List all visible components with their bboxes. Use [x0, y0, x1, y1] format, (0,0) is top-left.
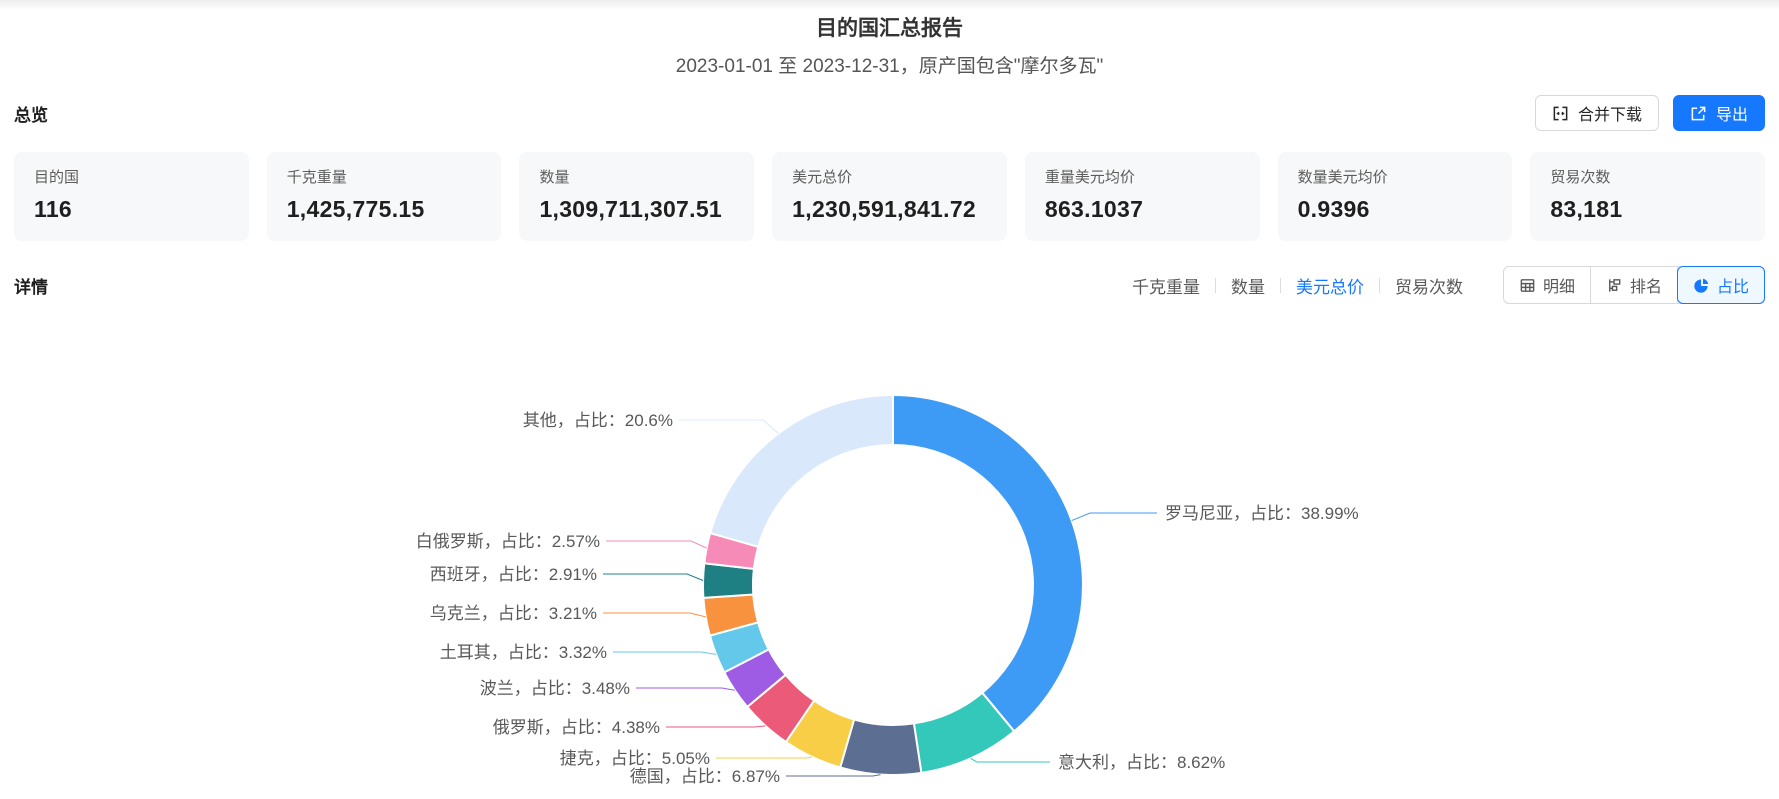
pie-slice-0[interactable] [892, 394, 1084, 733]
export-icon [1690, 105, 1707, 122]
stat-card-trade-count: 贸易次数 83,181 [1530, 152, 1766, 241]
report-header: 目的国汇总报告 2023-01-01 至 2023-12-31，原产国包含"摩尔… [0, 10, 1779, 79]
merge-download-button[interactable]: 合并下载 [1534, 95, 1659, 131]
pie-label: 罗马尼亚，占比：38.99% [1165, 504, 1359, 523]
metric-tab-quantity[interactable]: 数量 [1231, 273, 1265, 298]
view-button-detail[interactable]: 明细 [1504, 267, 1591, 303]
view-button-label: 排名 [1629, 279, 1662, 296]
pie-label-line [636, 687, 735, 691]
pie-label-line [666, 725, 766, 728]
pie-label: 西班牙，占比：2.91% [430, 565, 597, 584]
pie-slice-10[interactable] [709, 394, 894, 548]
page-title: 目的国汇总报告 [816, 17, 963, 40]
tab-divider [1378, 277, 1380, 293]
stat-card-destination-countries: 目的国 116 [14, 152, 249, 241]
stat-label: 美元总价 [792, 169, 853, 186]
pie-label: 白俄罗斯，占比：2.57% [416, 532, 600, 551]
pie-label-line [786, 774, 881, 777]
pie-label: 俄罗斯，占比：4.38% [493, 718, 660, 737]
export-button[interactable]: 导出 [1672, 95, 1765, 131]
stat-value: 1,309,711,307.51 [539, 196, 723, 222]
tab-divider [1214, 277, 1216, 293]
view-button-label: 明细 [1542, 279, 1575, 296]
stat-card-kg-weight: 千克重量 1,425,775.15 [266, 152, 502, 241]
detail-controls: 千克重量 数量 美元总价 贸易次数 明细 排名 占比 [1132, 266, 1765, 304]
detail-section-title: 详情 [14, 277, 48, 297]
stat-value: 863.1037 [1044, 196, 1144, 222]
pie-label: 德国，占比：6.87% [630, 767, 780, 786]
pie-label: 意大利，占比：8.62% [1058, 753, 1225, 772]
table-icon [1519, 277, 1536, 294]
report-subtitle: 2023-01-01 至 2023-12-31，原产国包含"摩尔多瓦" [675, 56, 1104, 77]
stat-value: 1,425,775.15 [286, 196, 425, 222]
donut-chart: 罗马尼亚，占比：38.99% 意大利，占比：8.62% 德国，占比：6.87%捷克，… [416, 394, 1359, 786]
view-button-ranking[interactable]: 排名 [1591, 267, 1678, 303]
pie-label-line [970, 757, 1050, 763]
pie-label: 波兰，占比：3.48% [480, 679, 630, 698]
pie-label: 乌克兰，占比：3.21% [430, 604, 597, 623]
stat-label: 数量 [539, 169, 570, 186]
metric-tabs: 千克重量 数量 美元总价 贸易次数 [1132, 273, 1463, 298]
pie-label: 土耳其，占比：3.32% [440, 643, 607, 662]
merge-cells-icon [1552, 105, 1569, 122]
ranking-icon [1606, 277, 1623, 294]
pie-icon [1693, 277, 1710, 294]
merge-download-label: 合并下载 [1577, 107, 1642, 124]
overview-cards: 目的国 116 千克重量 1,425,775.15 数量 1,309,711,3… [14, 152, 1766, 241]
detail-header-row: 详情 千克重量 数量 美元总价 贸易次数 明细 排名 占比 [14, 266, 1765, 304]
stat-value: 0.9396 [1297, 196, 1370, 222]
toolbar: 合并下载 导出 [1534, 95, 1765, 131]
pie-label-line [603, 612, 706, 618]
metric-tab-trade-count[interactable]: 贸易次数 [1395, 273, 1463, 298]
export-label: 导出 [1715, 107, 1748, 124]
view-button-share[interactable]: 占比 [1676, 266, 1765, 304]
stat-card-usd-per-weight: 重量美元均价 863.1037 [1024, 152, 1260, 241]
stat-value: 1,230,591,841.72 [792, 196, 977, 222]
stat-card-usd-total: 美元总价 1,230,591,841.72 [772, 152, 1007, 241]
pie-label: 其他，占比：20.6% [523, 411, 673, 430]
top-fade [0, 0, 1779, 10]
pie-label-line [606, 540, 707, 549]
overview-header-row: 总览 合并下载 导出 [14, 95, 1765, 131]
stat-label: 重量美元均价 [1044, 169, 1135, 186]
metric-tab-usd-total[interactable]: 美元总价 [1296, 273, 1364, 298]
pie-label-line [613, 651, 717, 655]
metric-tab-kg-weight[interactable]: 千克重量 [1132, 273, 1200, 298]
tab-divider [1279, 277, 1281, 293]
stat-label: 数量美元均价 [1297, 169, 1388, 186]
pie-label-line [603, 573, 704, 581]
pie-label: 捷克，占比：5.05% [560, 749, 710, 768]
view-mode-group: 明细 排名 占比 [1502, 266, 1765, 304]
stat-label: 千克重量 [286, 169, 347, 186]
stat-label: 贸易次数 [1550, 169, 1611, 186]
pie-label-line [679, 419, 779, 434]
stat-label: 目的国 [34, 169, 80, 186]
pie-label-line [716, 756, 813, 759]
view-button-label: 占比 [1716, 279, 1749, 296]
pie-label-line [1071, 512, 1157, 522]
stat-value: 116 [34, 196, 73, 222]
stat-card-quantity: 数量 1,309,711,307.51 [519, 152, 755, 241]
stat-value: 83,181 [1550, 196, 1623, 222]
overview-section-title: 总览 [14, 105, 48, 125]
stat-card-usd-per-quantity: 数量美元均价 0.9396 [1277, 152, 1513, 241]
